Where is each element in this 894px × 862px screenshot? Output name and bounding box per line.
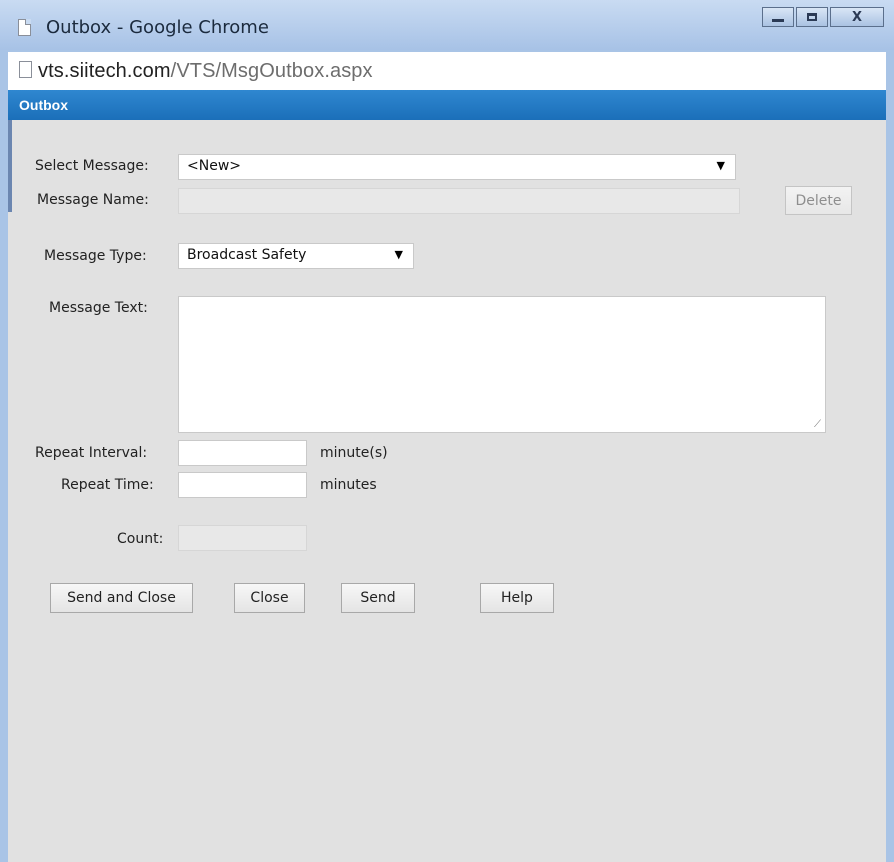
message-type-dropdown[interactable]: Broadcast Safety ▼ (178, 243, 414, 269)
chevron-down-icon: ▼ (394, 248, 403, 261)
page-icon (19, 61, 32, 78)
title-bar[interactable]: Outbox - Google Chrome X (0, 0, 894, 50)
message-type-value: Broadcast Safety (187, 247, 307, 263)
repeat-time-label: Repeat Time: (61, 477, 154, 493)
send-and-close-button[interactable]: Send and Close (50, 583, 193, 613)
url-text[interactable]: vts.siitech.com/VTS/MsgOutbox.aspx (38, 60, 373, 83)
message-type-label: Message Type: (44, 248, 147, 264)
send-button[interactable]: Send (341, 583, 415, 613)
maximize-icon (807, 13, 817, 21)
address-bar[interactable]: vts.siitech.com/VTS/MsgOutbox.aspx (8, 52, 886, 90)
repeat-interval-input[interactable] (178, 440, 307, 466)
message-text-area[interactable]: ⟋ (178, 296, 826, 433)
message-name-field[interactable] (178, 188, 740, 214)
repeat-time-unit: minutes (320, 477, 377, 493)
close-window-button[interactable]: X (830, 7, 884, 27)
window-controls: X (762, 7, 884, 27)
repeat-time-input[interactable] (178, 472, 307, 498)
page-title: Outbox (19, 97, 68, 113)
url-path: /VTS/MsgOutbox.aspx (170, 60, 373, 82)
minimize-icon (772, 18, 784, 22)
message-name-label: Message Name: (37, 192, 149, 208)
close-button[interactable]: Close (234, 583, 305, 613)
count-field[interactable] (178, 525, 307, 551)
delete-button[interactable]: Delete (785, 186, 852, 215)
message-text-label: Message Text: (49, 300, 148, 316)
minimize-button[interactable] (762, 7, 794, 27)
repeat-interval-unit: minute(s) (320, 445, 388, 461)
select-message-dropdown[interactable]: <New> ▼ (178, 154, 736, 180)
page-header: Outbox (8, 90, 886, 120)
frame-edge (8, 120, 12, 212)
select-message-value: <New> (187, 158, 241, 174)
help-button[interactable]: Help (480, 583, 554, 613)
browser-window: Outbox - Google Chrome X vts.siitech.com… (0, 0, 894, 862)
window-title: Outbox - Google Chrome (46, 17, 269, 38)
page-icon (18, 19, 31, 36)
resize-handle-icon[interactable]: ⟋ (814, 419, 821, 430)
select-message-label: Select Message: (35, 158, 149, 174)
url-domain: vts.siitech.com (38, 60, 171, 82)
repeat-interval-label: Repeat Interval: (35, 445, 148, 461)
maximize-button[interactable] (796, 7, 828, 27)
close-icon: X (851, 9, 863, 25)
chevron-down-icon: ▼ (716, 159, 725, 172)
count-label: Count: (117, 531, 164, 547)
